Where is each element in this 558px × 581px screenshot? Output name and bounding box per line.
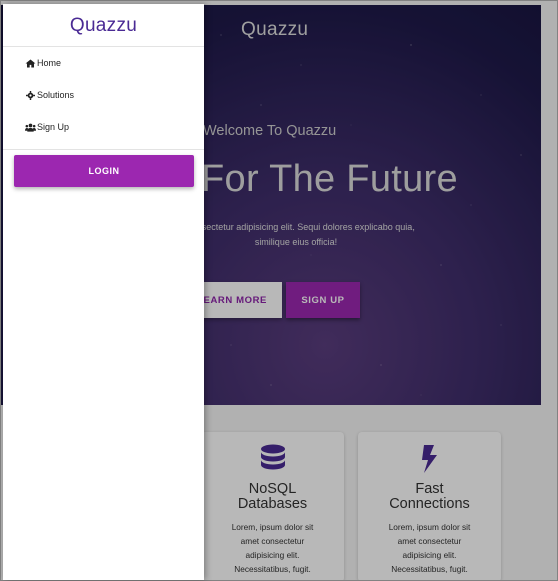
side-drawer: Quazzu Home Solutions Sign Up LOGIN [3, 4, 204, 580]
drawer-item-label: Solutions [37, 90, 75, 100]
home-icon [25, 58, 36, 68]
drawer-divider [3, 149, 204, 150]
drawer-item-label: Sign Up [37, 122, 70, 132]
drawer-item-solutions[interactable]: Solutions [3, 79, 204, 111]
drawer-brand[interactable]: Quazzu [3, 4, 204, 47]
drawer-item-signup[interactable]: Sign Up [3, 111, 204, 143]
drawer-item-home[interactable]: Home [3, 47, 204, 79]
login-button[interactable]: LOGIN [14, 155, 194, 187]
drawer-item-label: Home [37, 58, 62, 68]
users-icon [25, 123, 36, 132]
gear-icon [26, 90, 35, 100]
drawer-menu: Home Solutions Sign Up [3, 47, 204, 143]
